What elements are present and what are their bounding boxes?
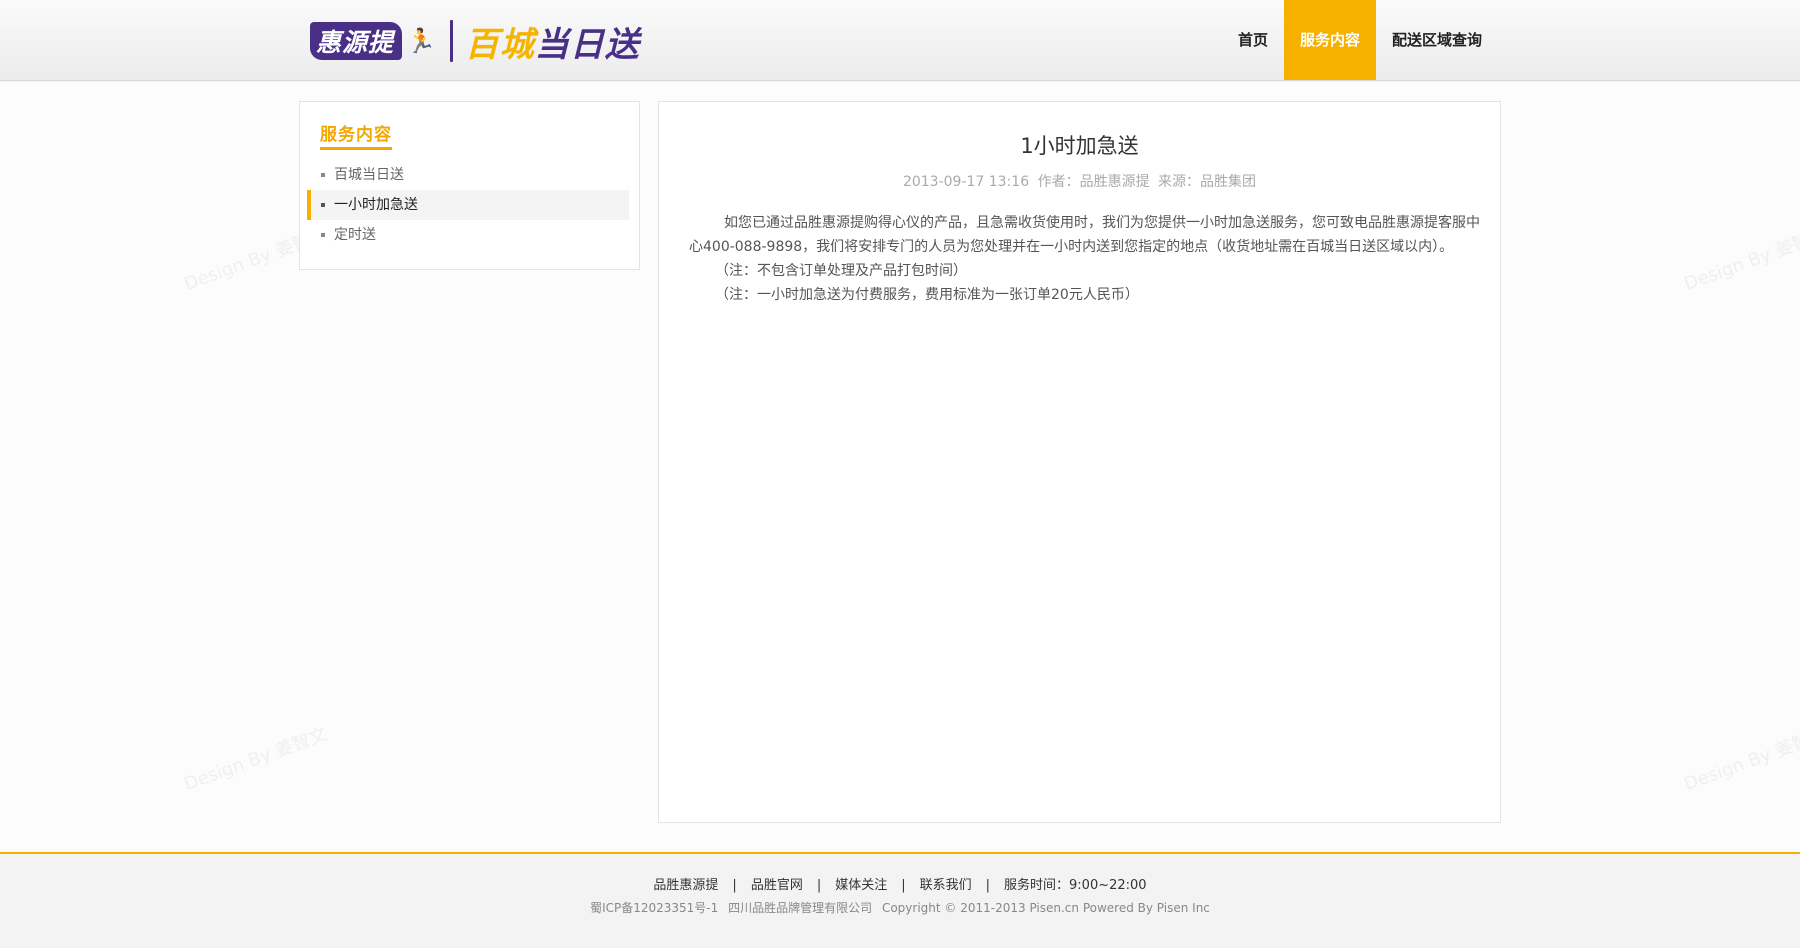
copyright-text: Copyright © 2011-2013 Pisen.cn Powered B…: [881, 901, 1210, 915]
article-note: （注：不包含订单处理及产品打包时间）: [715, 263, 967, 279]
sidebar-item-same-day[interactable]: 百城当日送: [307, 160, 629, 190]
logo[interactable]: 惠源提 🏃 百城当日送: [310, 19, 640, 65]
footer-link-huiyuanti[interactable]: 品胜惠源提: [653, 878, 718, 893]
main-nav: 首页 服务内容 配送区域查询: [1222, 0, 1498, 80]
sidebar-list: 百城当日送 一小时加急送 定时送: [307, 160, 629, 250]
logo-main: 惠源提: [310, 22, 403, 60]
article-meta: 2013-09-17 13:16 作者：品胜惠源提 来源：品胜集团: [659, 171, 1500, 191]
footer-link-media[interactable]: 媒体关注: [835, 878, 887, 893]
separator: |: [816, 878, 822, 893]
watermark: Design By 姜智文: [1681, 223, 1800, 296]
nav-item-home[interactable]: 首页: [1222, 0, 1284, 80]
article-note: （注：一小时加急送为付费服务，费用标准为一张订单20元人民币）: [715, 287, 1139, 303]
footer: 品胜惠源提 | 品胜官网 | 媒体关注 | 联系我们 | 服务时间：9:00~22:00 蜀IC…: [0, 852, 1800, 948]
company-name: 四川品胜品牌管理有限公司: [728, 901, 873, 915]
footer-service-hours: 服务时间：9:00~22:00: [1004, 878, 1147, 893]
separator: |: [901, 878, 906, 893]
article-source: 来源：品胜集团: [1158, 174, 1257, 190]
separator: |: [732, 878, 737, 893]
article-date: 2013-09-17 13:16: [902, 174, 1030, 190]
separator: |: [985, 878, 991, 893]
logo-sub: 百城当日送: [464, 24, 640, 65]
header: 惠源提 🏃 百城当日送 首页 服务内容 配送区域查询: [0, 0, 1800, 81]
article-paragraph: 如您已通过品胜惠源提购得心仪的产品，且急需收货使用时，我们为您提供一小时加急送服…: [689, 215, 1480, 255]
runner-icon: 🏃: [406, 27, 436, 55]
nav-item-services[interactable]: 服务内容: [1284, 0, 1377, 80]
sidebar-item-one-hour[interactable]: 一小时加急送: [307, 190, 629, 220]
sidebar-title: 服务内容: [320, 120, 392, 150]
nav-item-area-query[interactable]: 配送区域查询: [1376, 0, 1498, 80]
logo-divider: [449, 20, 453, 62]
watermark: Design By 姜智文: [181, 723, 331, 796]
article-title: 1小时加急送: [1020, 134, 1139, 158]
footer-link-official[interactable]: 品胜官网: [751, 878, 803, 893]
article-author: 作者：品胜惠源提: [1037, 174, 1150, 190]
icp-number[interactable]: 蜀ICP备12023351号-1: [590, 901, 718, 915]
watermark: Design By 姜智文: [1681, 723, 1800, 796]
footer-links: 品胜惠源提 | 品胜官网 | 媒体关注 | 联系我们 | 服务时间：9:00~22:00: [0, 874, 1800, 893]
article-panel: 1小时加急送 2013-09-17 13:16 作者：品胜惠源提 来源：品胜集团…: [658, 101, 1501, 823]
article-body: 如您已通过品胜惠源提购得心仪的产品，且急需收货使用时，我们为您提供一小时加急送服…: [689, 211, 1484, 307]
footer-copyright: 蜀ICP备12023351号-1 四川品胜品牌管理有限公司 Copyright …: [0, 899, 1800, 916]
sidebar-item-scheduled[interactable]: 定时送: [307, 220, 629, 250]
footer-link-contact[interactable]: 联系我们: [920, 878, 972, 893]
sidebar: 服务内容 百城当日送 一小时加急送 定时送: [299, 101, 640, 270]
